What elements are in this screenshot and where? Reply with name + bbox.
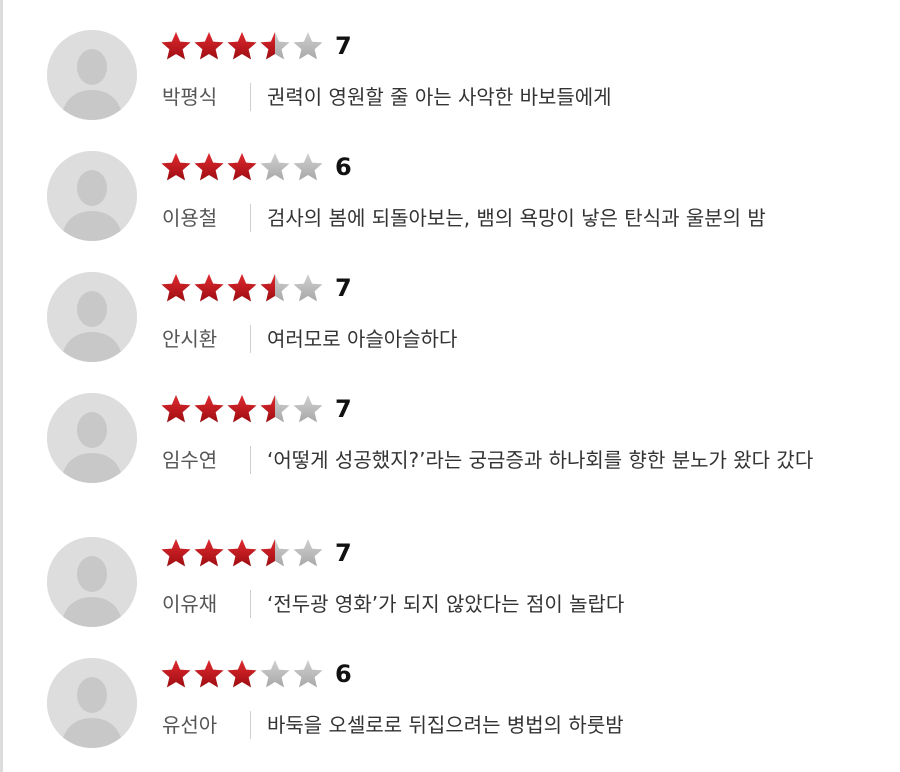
star-filled-icon xyxy=(161,539,191,567)
avatar xyxy=(47,272,137,362)
divider xyxy=(250,590,251,618)
star-empty-icon xyxy=(260,660,290,688)
left-border xyxy=(0,0,3,772)
score: 7 xyxy=(335,395,352,423)
person-icon xyxy=(47,393,137,483)
rating-row: 6 xyxy=(160,149,352,185)
star-empty-icon xyxy=(293,32,323,60)
person-icon xyxy=(47,30,137,120)
avatar xyxy=(47,658,137,748)
divider xyxy=(250,446,251,474)
star-half-icon xyxy=(260,274,290,302)
critic-name: 이유채 xyxy=(162,592,218,616)
star-rating xyxy=(160,535,325,571)
star-filled-icon xyxy=(161,32,191,60)
star-filled-icon xyxy=(227,539,257,567)
star-empty-icon xyxy=(293,539,323,567)
rating-row: 7 xyxy=(160,535,352,571)
star-rating xyxy=(160,28,325,64)
review-comment: 바둑을 오셀로로 뒤집으려는 병법의 하룻밤 xyxy=(267,713,624,737)
critic-name: 박평식 xyxy=(162,85,218,109)
star-filled-icon xyxy=(227,153,257,181)
score: 7 xyxy=(335,32,352,60)
star-filled-icon xyxy=(161,274,191,302)
review-comment: 권력이 영원할 줄 아는 사악한 바보들에게 xyxy=(267,85,612,109)
divider xyxy=(250,711,251,739)
person-icon xyxy=(47,537,137,627)
review-meta: 이용철 검사의 봄에 되돌아보는, 뱀의 욕망이 낳은 탄식과 울분의 밤 xyxy=(162,203,877,233)
star-half-icon xyxy=(260,32,290,60)
review-meta: 박평식 권력이 영원할 줄 아는 사악한 바보들에게 xyxy=(162,82,877,112)
review-meta: 임수연 ‘어떻게 성공했지?’라는 궁금증과 하나회를 향한 분노가 왔다 갔다 xyxy=(162,445,857,475)
review-comment: ‘전두광 영화’가 되지 않았다는 점이 놀랍다 xyxy=(267,592,625,616)
star-filled-icon xyxy=(194,153,224,181)
star-empty-icon xyxy=(293,153,323,181)
avatar xyxy=(47,30,137,120)
divider xyxy=(250,204,251,232)
rating-row: 6 xyxy=(160,656,352,692)
divider xyxy=(250,325,251,353)
critic-name: 이용철 xyxy=(162,206,218,230)
star-filled-icon xyxy=(194,660,224,688)
star-empty-icon xyxy=(260,153,290,181)
review-meta: 이유채 ‘전두광 영화’가 되지 않았다는 점이 놀랍다 xyxy=(162,589,877,619)
review-meta: 유선아 바둑을 오셀로로 뒤집으려는 병법의 하룻밤 xyxy=(162,710,877,740)
score: 6 xyxy=(335,153,352,181)
star-rating xyxy=(160,391,325,427)
person-icon xyxy=(47,151,137,241)
star-filled-icon xyxy=(227,395,257,423)
star-empty-icon xyxy=(293,660,323,688)
star-half-icon xyxy=(260,395,290,423)
star-half-icon xyxy=(260,539,290,567)
divider xyxy=(250,83,251,111)
score: 7 xyxy=(335,539,352,567)
rating-row: 7 xyxy=(160,391,352,427)
review-comment: 여러모로 아슬아슬하다 xyxy=(267,327,458,351)
critic-name: 안시환 xyxy=(162,327,218,351)
star-filled-icon xyxy=(161,395,191,423)
star-rating xyxy=(160,149,325,185)
rating-row: 7 xyxy=(160,270,352,306)
review-comment: ‘어떻게 성공했지?’라는 궁금증과 하나회를 향한 분노가 왔다 갔다 xyxy=(267,448,814,472)
avatar xyxy=(47,537,137,627)
review-comment: 검사의 봄에 되돌아보는, 뱀의 욕망이 낳은 탄식과 울분의 밤 xyxy=(267,206,766,230)
person-icon xyxy=(47,658,137,748)
star-filled-icon xyxy=(161,153,191,181)
star-rating xyxy=(160,270,325,306)
star-filled-icon xyxy=(227,660,257,688)
star-filled-icon xyxy=(194,32,224,60)
star-rating xyxy=(160,656,325,692)
score: 6 xyxy=(335,660,352,688)
avatar xyxy=(47,151,137,241)
star-filled-icon xyxy=(194,395,224,423)
star-empty-icon xyxy=(293,395,323,423)
review-meta: 안시환 여러모로 아슬아슬하다 xyxy=(162,324,877,354)
critic-name: 유선아 xyxy=(162,713,218,737)
star-filled-icon xyxy=(194,274,224,302)
star-filled-icon xyxy=(227,274,257,302)
star-filled-icon xyxy=(227,32,257,60)
critic-name: 임수연 xyxy=(162,448,218,472)
star-filled-icon xyxy=(194,539,224,567)
avatar xyxy=(47,393,137,483)
star-empty-icon xyxy=(293,274,323,302)
score: 7 xyxy=(335,274,352,302)
rating-row: 7 xyxy=(160,28,352,64)
person-icon xyxy=(47,272,137,362)
star-filled-icon xyxy=(161,660,191,688)
